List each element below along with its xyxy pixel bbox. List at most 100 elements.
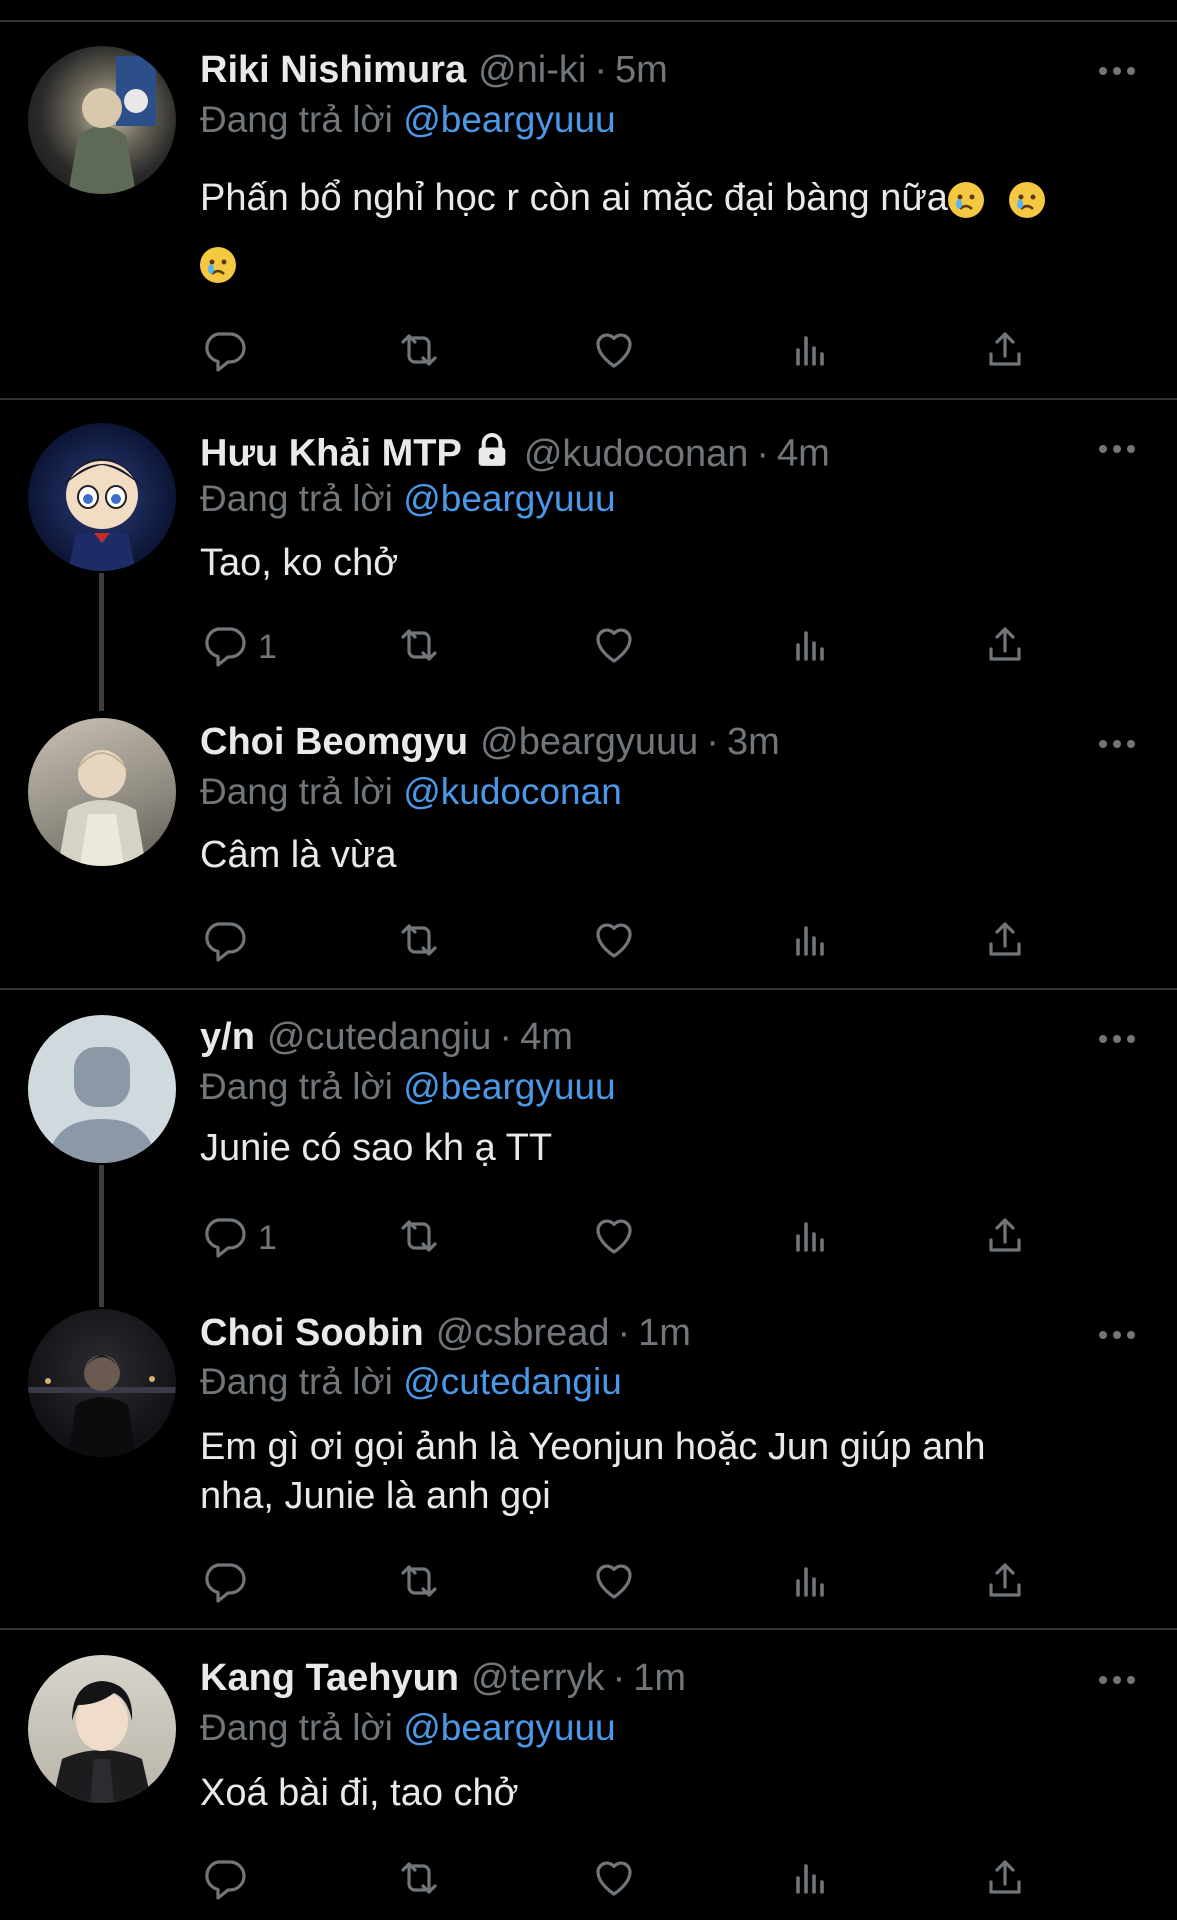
more-options-icon[interactable] [1097,1673,1137,1687]
reply-tweet[interactable]: y/n @cutedangiu · 4m Đang trả lời @beargyuu… [0,990,1177,1285]
reply-tweet[interactable]: Choi Beomgyu @beargyuuu · 3m Đang trả lời @… [0,695,1177,990]
retweet-button[interactable] [395,327,443,377]
separator-dot: · [594,49,607,91]
mention-link[interactable]: @cutedangiu [403,1361,622,1402]
timestamp[interactable]: 4m [777,433,830,475]
user-handle[interactable]: @ni-ki [478,49,586,91]
action-bar [0,1558,1177,1608]
reply-tweet[interactable]: Choi Soobin @csbread · 1m Đang trả lời @cut… [0,1285,1177,1630]
mention-link[interactable]: @kudoconan [403,771,622,812]
mention-link[interactable]: @beargyuuu [403,478,615,519]
reply-button[interactable] [200,1558,258,1608]
more-options-icon[interactable] [1097,1328,1137,1342]
retweet-icon [395,621,443,674]
views-button[interactable] [786,1855,834,1905]
retweet-button[interactable] [395,622,443,672]
reply-button[interactable] [200,1855,258,1905]
tweet-header: Kang Taehyun @terryk · 1m [200,1655,686,1701]
reply-button[interactable] [200,917,258,967]
lock-icon [472,430,512,481]
heart-icon [590,1854,638,1907]
more-options-icon[interactable] [1097,442,1137,456]
reply-icon [200,1854,248,1907]
timestamp[interactable]: 1m [638,1312,691,1354]
thread-connector [99,573,104,711]
user-handle[interactable]: @terryk [471,1657,605,1699]
display-name[interactable]: Riki Nishimura [200,49,466,91]
like-button[interactable] [590,1558,638,1608]
default-avatar[interactable] [28,1015,176,1163]
display-name[interactable]: Choi Beomgyu [200,721,468,763]
like-button[interactable] [590,917,638,967]
mention-link[interactable]: @beargyuuu [403,1707,615,1748]
user-handle[interactable]: @csbread [436,1312,610,1354]
avatar[interactable] [28,46,176,194]
share-icon [981,1212,1029,1265]
heart-icon [590,916,638,969]
user-handle[interactable]: @cutedangiu [267,1016,492,1058]
tweet-text: Câm là vừa [200,834,397,876]
timestamp[interactable]: 4m [520,1016,573,1058]
retweet-button[interactable] [395,1558,443,1608]
views-button[interactable] [786,1213,834,1263]
views-button[interactable] [786,622,834,672]
share-icon [981,326,1029,379]
avatar[interactable] [28,718,176,866]
share-button[interactable] [981,327,1029,377]
separator-dot: · [617,1312,631,1354]
reply-tweet[interactable]: Hưu Khải MTP @kudoconan · 4m Đang trả lời @… [0,400,1177,695]
reply-button[interactable]: 1 [200,622,277,672]
timestamp[interactable]: 5m [615,49,668,91]
reply-button[interactable]: 1 [200,1213,277,1263]
views-button[interactable] [786,1558,834,1608]
more-options-icon[interactable] [1097,64,1137,78]
reply-count: 1 [258,627,277,666]
tweet-header: Hưu Khải MTP @kudoconan · 4m [200,430,830,481]
reply-icon [200,1557,248,1610]
heart-icon [590,326,638,379]
tweet-header: Choi Beomgyu @beargyuuu · 3m [200,719,780,765]
replying-to-line: Đang trả lời @cutedangiu [200,1359,622,1405]
share-icon [981,916,1029,969]
share-button[interactable] [981,1558,1029,1608]
display-name[interactable]: Kang Taehyun [200,1657,459,1699]
display-name[interactable]: Hưu Khải MTP [200,433,462,475]
views-icon [786,916,834,969]
retweet-button[interactable] [395,1213,443,1263]
reply-tweet[interactable]: Riki Nishimura @ni-ki · 5m Đang trả lời @be… [0,0,1177,400]
avatar[interactable] [28,423,176,571]
like-button[interactable] [590,327,638,377]
display-name[interactable]: Choi Soobin [200,1312,424,1354]
more-options-icon[interactable] [1097,737,1137,751]
heart-icon [590,621,638,674]
mention-link[interactable]: @beargyuuu [403,1066,615,1107]
replying-to-label: Đang trả lời [200,1361,393,1402]
share-button[interactable] [981,917,1029,967]
user-handle[interactable]: @kudoconan [524,433,749,475]
retweet-button[interactable] [395,917,443,967]
more-options-icon[interactable] [1097,1032,1137,1046]
action-bar [0,327,1177,377]
reply-icon [200,621,248,674]
share-button[interactable] [981,1213,1029,1263]
retweet-icon [395,1212,443,1265]
reply-button[interactable] [200,327,258,377]
avatar[interactable] [28,1309,176,1457]
share-button[interactable] [981,1855,1029,1905]
like-button[interactable] [590,622,638,672]
retweet-button[interactable] [395,1855,443,1905]
display-name[interactable]: y/n [200,1016,255,1058]
mention-link[interactable]: @beargyuuu [403,99,615,140]
share-button[interactable] [981,622,1029,672]
timestamp[interactable]: 3m [727,721,780,763]
avatar[interactable] [28,1655,176,1803]
like-button[interactable] [590,1855,638,1905]
user-handle[interactable]: @beargyuuu [480,721,698,763]
like-button[interactable] [590,1213,638,1263]
views-button[interactable] [786,327,834,377]
timestamp[interactable]: 1m [633,1657,686,1699]
reply-tweet[interactable]: Kang Taehyun @terryk · 1m Đang trả lời @bea… [0,1630,1177,1920]
views-button[interactable] [786,917,834,967]
crying-face-emoji [947,181,984,218]
reply-icon [200,1212,248,1265]
